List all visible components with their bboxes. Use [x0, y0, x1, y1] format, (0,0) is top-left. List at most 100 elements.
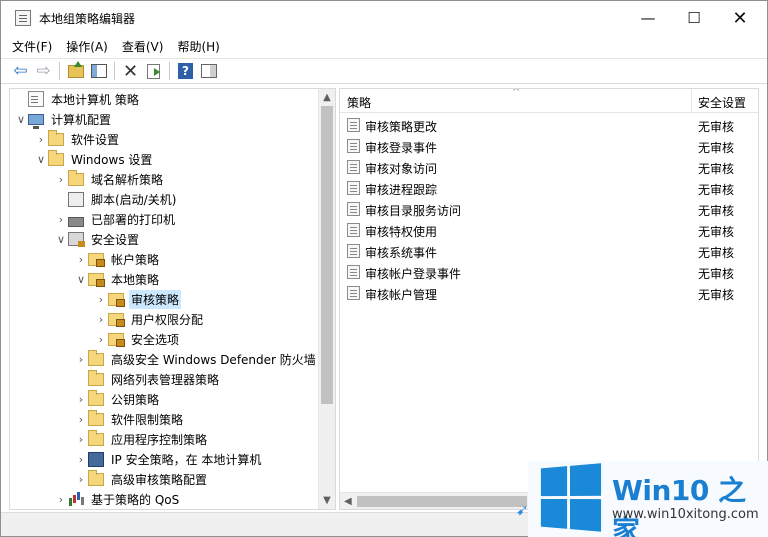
- computer-icon: [28, 113, 44, 129]
- menu-view[interactable]: 查看(V): [115, 36, 171, 57]
- list-item[interactable]: 审核特权使用 无审核: [340, 220, 758, 241]
- tree-node-label: 应用程序控制策略: [111, 432, 208, 447]
- chevron-right-icon[interactable]: ›: [74, 413, 88, 426]
- chevron-right-icon[interactable]: ›: [94, 313, 108, 326]
- list-item[interactable]: 审核系统事件 无审核: [340, 241, 758, 262]
- column-divider[interactable]: [691, 89, 692, 113]
- export-list-button[interactable]: [142, 60, 165, 82]
- scrollbar-thumb[interactable]: [357, 496, 527, 507]
- tree-node-label: 脚本(启动/关机): [91, 192, 177, 207]
- policy-setting: 无审核: [698, 183, 735, 197]
- chevron-right-icon[interactable]: ›: [74, 453, 88, 466]
- printer-icon: [68, 217, 84, 227]
- tree-node-label: 高级审核策略配置: [111, 472, 208, 487]
- tree-node-software-restriction[interactable]: › 软件限制策略: [74, 409, 185, 429]
- chevron-right-icon[interactable]: ›: [54, 173, 68, 186]
- locked-folder-icon: [108, 292, 125, 307]
- tree-node-label: 已部署的打印机: [91, 212, 176, 227]
- policy-name: 审核进程跟踪: [365, 183, 438, 197]
- forward-button[interactable]: ⇨: [32, 60, 55, 82]
- chevron-right-icon[interactable]: ›: [94, 293, 108, 306]
- chevron-right-icon[interactable]: ›: [54, 213, 68, 226]
- policy-setting: 无审核: [698, 225, 735, 239]
- up-one-level-button[interactable]: [64, 60, 87, 82]
- policy-name: 审核系统事件: [365, 246, 438, 260]
- list-item[interactable]: 审核目录服务访问 无审核: [340, 199, 758, 220]
- scrollbar-thumb[interactable]: [321, 106, 333, 404]
- policy-name: 审核帐户登录事件: [365, 267, 462, 281]
- scroll-up-icon[interactable]: ▲: [319, 89, 335, 106]
- column-header-policy[interactable]: 策略: [347, 94, 371, 111]
- menu-file[interactable]: 文件(F): [5, 36, 59, 57]
- tree-node-computer-config[interactable]: ∨ 计算机配置: [14, 109, 113, 129]
- policy-name: 审核登录事件: [365, 141, 438, 155]
- policy-item-icon: [347, 160, 360, 174]
- menu-help[interactable]: 帮助(H): [170, 36, 226, 57]
- list-item[interactable]: 审核对象访问 无审核: [340, 157, 758, 178]
- tree-node-network-list-manager[interactable]: 网络列表管理器策略: [74, 369, 221, 389]
- tree-node-public-key-policies[interactable]: › 公钥策略: [74, 389, 161, 409]
- policy-editor-app-icon: [15, 10, 31, 26]
- tree-node-local-computer-policy[interactable]: 本地计算机 策略: [14, 89, 141, 109]
- minimize-button[interactable]: —: [625, 1, 671, 35]
- tree-node-advanced-audit[interactable]: › 高级审核策略配置: [74, 469, 209, 489]
- list-item[interactable]: 审核进程跟踪 无审核: [340, 178, 758, 199]
- tree-node-security-options[interactable]: › 安全选项: [94, 329, 181, 349]
- show-action-pane-button[interactable]: [197, 60, 220, 82]
- tree-node-app-control[interactable]: › 应用程序控制策略: [74, 429, 209, 449]
- help-button[interactable]: ?: [174, 60, 197, 82]
- chevron-down-icon[interactable]: ∨: [14, 113, 28, 126]
- show-hide-tree-button[interactable]: [87, 60, 110, 82]
- policy-item-icon: [347, 223, 360, 237]
- toolbar-separator: [59, 62, 60, 80]
- tree-node-dns-policy[interactable]: › 域名解析策略: [54, 169, 165, 189]
- list-item[interactable]: 审核帐户登录事件 无审核: [340, 262, 758, 283]
- list-item[interactable]: 审核登录事件 无审核: [340, 136, 758, 157]
- forward-arrow-icon: ⇨: [36, 60, 51, 81]
- tree-node-windows-settings[interactable]: ∨ Windows 设置: [34, 149, 154, 169]
- tree-node-defender-firewall[interactable]: › 高级安全 Windows Defender 防火墙: [74, 349, 318, 369]
- scroll-down-icon[interactable]: ▼: [319, 492, 335, 509]
- chevron-right-icon[interactable]: ›: [34, 133, 48, 146]
- chevron-right-icon[interactable]: ›: [74, 433, 88, 446]
- chevron-right-icon[interactable]: ›: [74, 473, 88, 486]
- chevron-right-icon[interactable]: ›: [74, 393, 88, 406]
- policy-setting: 无审核: [698, 141, 735, 155]
- list-item[interactable]: 审核策略更改 无审核: [340, 115, 758, 136]
- chevron-right-icon[interactable]: ›: [54, 493, 68, 506]
- list-item[interactable]: 审核帐户管理 无审核: [340, 283, 758, 304]
- tree-node-local-policies[interactable]: ∨ 本地策略: [74, 269, 161, 289]
- chevron-right-icon[interactable]: ›: [74, 253, 88, 266]
- tree-node-label: 安全设置: [91, 232, 140, 247]
- chevron-down-icon[interactable]: ∨: [54, 233, 68, 246]
- folder-icon: [88, 469, 104, 486]
- list-header: 策略 ^ 安全设置: [340, 89, 758, 113]
- tree-node-ip-security[interactable]: › IP 安全策略，在 本地计算机: [74, 449, 263, 469]
- tree-node-audit-policy[interactable]: › 审核策略: [94, 289, 182, 309]
- menu-action[interactable]: 操作(A): [59, 36, 115, 57]
- group-policy-editor-window: 本地组策略编辑器 — ☐ ✕ 文件(F) 操作(A) 查看(V) 帮助(H) ⇦…: [0, 0, 768, 537]
- close-button[interactable]: ✕: [717, 1, 763, 35]
- tree-node-scripts[interactable]: 脚本(启动/关机): [54, 189, 178, 209]
- chevron-down-icon[interactable]: ∨: [74, 273, 88, 286]
- tree-node-deployed-printers[interactable]: › 已部署的打印机: [54, 209, 177, 229]
- chevron-down-icon[interactable]: ∨: [34, 153, 48, 166]
- maximize-button[interactable]: ☐: [671, 1, 717, 35]
- folder-icon: [48, 149, 64, 166]
- help-icon: ?: [178, 63, 193, 79]
- locked-folder-icon: [108, 312, 125, 327]
- tree-node-user-rights[interactable]: › 用户权限分配: [94, 309, 205, 329]
- chevron-right-icon[interactable]: ›: [94, 333, 108, 346]
- tree-vertical-scrollbar[interactable]: ▲ ▼: [318, 89, 335, 509]
- delete-button[interactable]: ✕: [119, 60, 142, 82]
- tree-node-account-policies[interactable]: › 帐户策略: [74, 249, 161, 269]
- column-header-security-setting[interactable]: 安全设置: [698, 94, 746, 111]
- tree-node-software-settings[interactable]: › 软件设置: [34, 129, 121, 149]
- tree-node-qos[interactable]: › 基于策略的 QoS: [54, 489, 181, 509]
- scroll-left-icon[interactable]: ◀: [344, 493, 352, 509]
- tree-node-label: 软件限制策略: [111, 412, 184, 427]
- chevron-right-icon[interactable]: ›: [74, 353, 88, 366]
- tree-node-security-settings[interactable]: ∨ 安全设置: [54, 229, 141, 249]
- folder-icon: [68, 169, 84, 186]
- back-button[interactable]: ⇦: [9, 60, 32, 82]
